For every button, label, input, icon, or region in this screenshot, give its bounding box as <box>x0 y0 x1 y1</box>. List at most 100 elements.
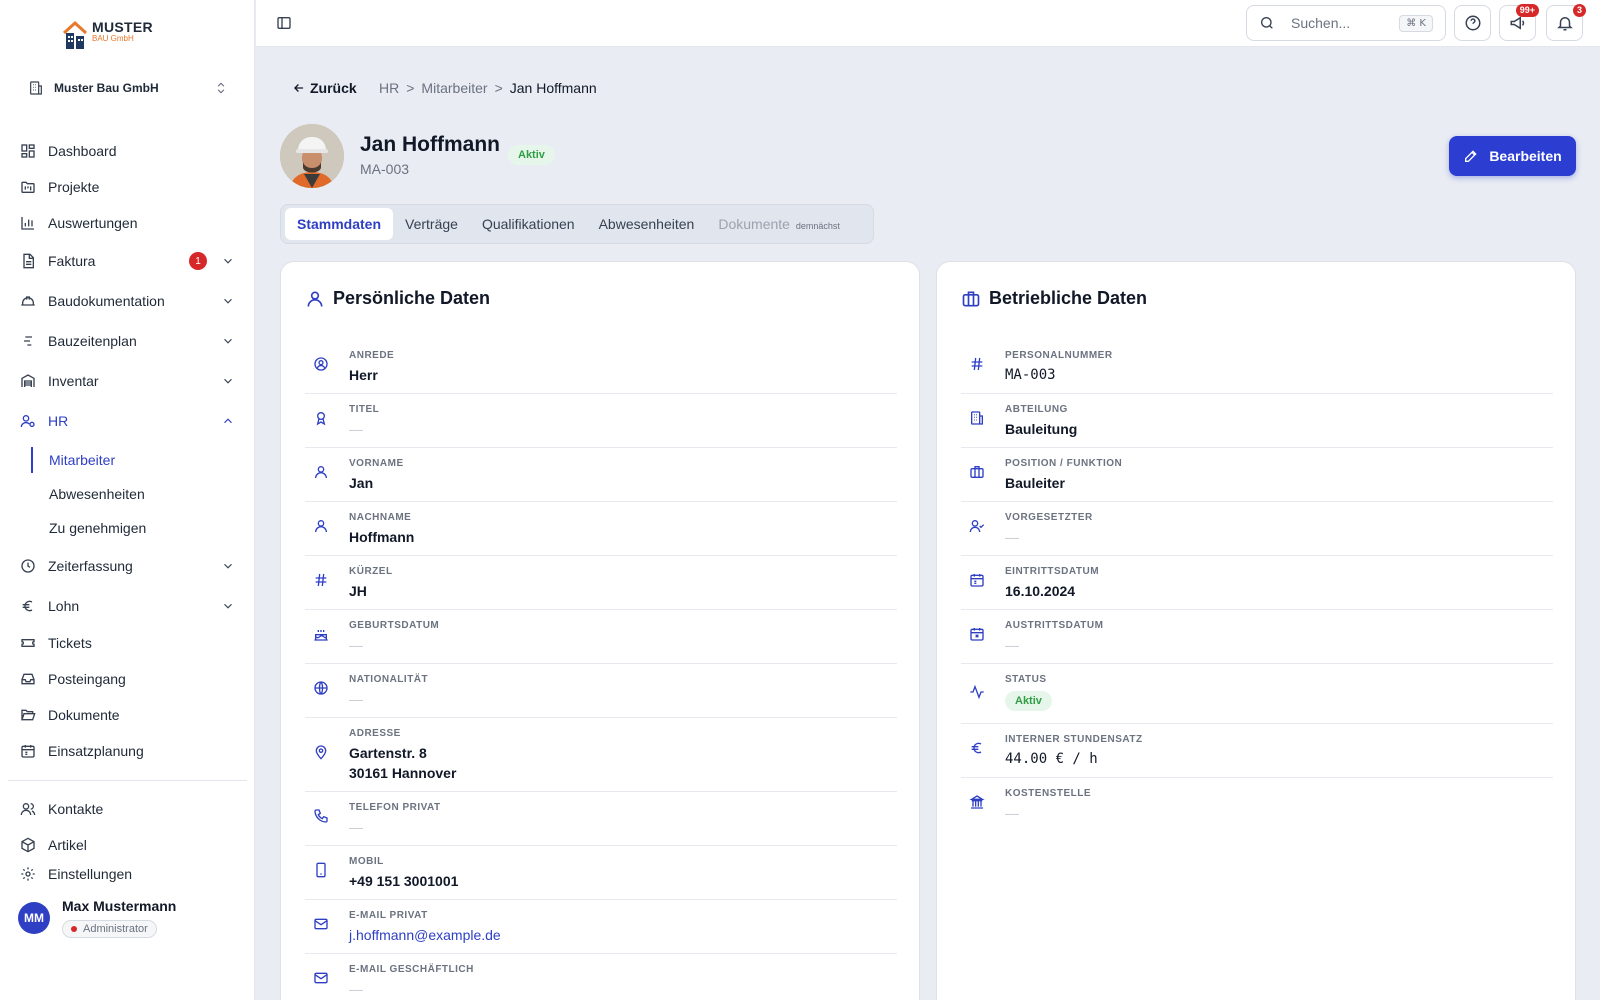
sidebar-item-dokumente[interactable]: Dokumente <box>20 700 235 730</box>
euro-icon <box>22 600 33 612</box>
sidebar-subitem-abwesenheiten[interactable]: Abwesenheiten <box>49 479 145 509</box>
role-label: Administrator <box>83 923 148 935</box>
building-icon <box>30 81 42 95</box>
sidebar-item-einstellungen[interactable]: Einstellungen <box>20 866 235 882</box>
field-value: Herr <box>349 367 378 383</box>
personal-title-text: Persönliche Daten <box>333 288 491 308</box>
logo-house-icon <box>62 20 88 49</box>
user-avatar: MM <box>18 902 50 934</box>
field-value: MA-003 <box>1005 367 1056 383</box>
field-value: 16.10.2024 <box>1005 583 1076 599</box>
award-icon <box>316 412 326 426</box>
field-stundensatz: INTERNER STUNDENSATZ 44.00 € / h <box>961 724 1553 778</box>
sidebar-item-kontakte[interactable]: Kontakte <box>20 794 235 824</box>
sidebar-subitem-mitarbeiter[interactable]: Mitarbeiter <box>49 445 115 475</box>
field-label: TITEL <box>349 404 380 415</box>
sidebar-item-dashboard[interactable]: Dashboard <box>20 136 235 166</box>
sidebar-item-auswertungen[interactable]: Auswertungen <box>20 208 235 238</box>
address-line-2: 30161 Hannover <box>349 765 457 781</box>
sidebar-item-einsatzplanung[interactable]: Einsatzplanung <box>20 736 235 766</box>
field-label: NACHNAME <box>349 512 412 523</box>
field-label: ADRESSE <box>349 728 401 739</box>
users-icon <box>20 803 36 816</box>
sidebar-item-bauzeitenplan[interactable]: Bauzeitenplan <box>20 326 235 356</box>
field-label: ANREDE <box>349 350 395 361</box>
globe-icon <box>314 681 328 695</box>
sidebar-item-hr[interactable]: HR <box>20 406 235 436</box>
field-label: KÜRZEL <box>349 566 393 577</box>
field-label: PERSONALNUMMER <box>1005 350 1113 361</box>
clock-icon <box>21 559 35 573</box>
employee-avatar <box>280 124 344 188</box>
tab-dokumente: Dokumente demnächst <box>706 208 852 240</box>
search-input[interactable]: Suchen... ⌘ K <box>1246 5 1446 41</box>
field-vorname: VORNAME Jan <box>305 448 897 502</box>
notifications-badge: 3 <box>1572 4 1586 17</box>
sidebar-item-faktura[interactable]: Faktura 1 <box>20 246 235 276</box>
briefcase-icon <box>970 466 984 478</box>
map-pin-icon <box>315 745 327 760</box>
sidebar-item-inventar[interactable]: Inventar <box>20 366 235 396</box>
field-eintrittsdatum: EINTRITTSDATUM 16.10.2024 <box>961 556 1553 610</box>
edit-button[interactable]: Bearbeiten <box>1449 136 1576 176</box>
sidebar-item-posteingang[interactable]: Posteingang <box>20 664 235 694</box>
breadcrumb-current: Jan Hoffmann <box>509 80 597 96</box>
sidebar-item-label: Artikel <box>48 837 87 853</box>
tab-abwesenheiten[interactable]: Abwesenheiten <box>587 208 707 240</box>
chevron-down-icon <box>224 603 232 609</box>
tab-vertraege[interactable]: Verträge <box>393 208 470 240</box>
help-button[interactable] <box>1454 5 1491 41</box>
sidebar-item-artikel[interactable]: Artikel <box>20 830 235 860</box>
settings-icon <box>21 867 35 881</box>
back-button[interactable]: Zurück <box>292 80 357 96</box>
sidebar-subitem-zu-genehmigen[interactable]: Zu genehmigen <box>49 513 146 543</box>
announcements-button[interactable]: 99+ <box>1499 4 1539 41</box>
sidebar-item-tickets[interactable]: Tickets <box>20 628 235 658</box>
sidebar-item-lohn[interactable]: Lohn <box>20 591 235 621</box>
cake-icon <box>314 630 328 641</box>
field-email-geschaeftlich: E-MAIL GESCHÄFTLICH — <box>305 954 897 1000</box>
breadcrumb-mitarbeiter[interactable]: Mitarbeiter <box>421 80 487 96</box>
ticket-icon <box>21 639 35 647</box>
help-circle-icon <box>1465 15 1480 31</box>
sidebar-item-projekte[interactable]: Projekte <box>20 172 235 202</box>
company-switcher[interactable]: Muster Bau GmbH <box>28 80 228 96</box>
topbar: Suchen... ⌘ K 99+ 3 <box>256 0 1600 47</box>
faktura-count-badge: 1 <box>189 252 207 270</box>
company-logo[interactable]: MUSTER BAU GmbH <box>62 20 153 50</box>
search-shortcut: ⌘ K <box>1399 14 1433 32</box>
sidebar-item-zeiterfassung[interactable]: Zeiterfassung <box>20 551 235 581</box>
notifications-button[interactable]: 3 <box>1546 4 1586 41</box>
company-name: Muster Bau GmbH <box>54 81 159 95</box>
field-label: NATIONALITÄT <box>349 674 429 685</box>
tab-stammdaten[interactable]: Stammdaten <box>285 208 394 240</box>
business-card-title: Betriebliche Daten <box>961 288 1147 309</box>
chevron-down-icon <box>224 378 232 384</box>
dashboard-icon <box>21 144 35 158</box>
hash-icon <box>971 357 983 371</box>
user-menu[interactable]: MM Max Mustermann Administrator <box>18 898 176 938</box>
profile-tabs: Stammdaten Verträge Qualifikationen Abwe… <box>280 204 874 244</box>
user-role-badge: Administrator <box>62 920 157 938</box>
folder-kanban-icon <box>21 181 35 193</box>
tab-qualifikationen[interactable]: Qualifikationen <box>470 208 587 240</box>
breadcrumb: HR > Mitarbeiter > Jan Hoffmann <box>379 80 604 96</box>
status-badge: Aktiv <box>508 145 555 165</box>
field-value: 44.00 € / h <box>1005 751 1098 767</box>
landmark-icon <box>969 795 985 809</box>
user-circle-icon <box>314 357 328 371</box>
field-geburtsdatum: GEBURTSDATUM — <box>305 610 897 664</box>
field-value: — <box>349 819 363 835</box>
sidebar-item-baudokumentation[interactable]: Baudokumentation <box>20 286 235 316</box>
sidebar-toggle-button[interactable] <box>276 15 292 31</box>
employee-id: MA-003 <box>360 161 410 177</box>
field-label: VORNAME <box>349 458 404 469</box>
sidebar-item-label: Einsatzplanung <box>48 743 144 759</box>
breadcrumb-hr[interactable]: HR <box>379 80 399 96</box>
warehouse-icon <box>21 374 35 387</box>
phone-icon <box>314 809 328 823</box>
email-link[interactable]: j.hoffmann@example.de <box>349 927 501 943</box>
business-title-text: Betriebliche Daten <box>989 288 1148 308</box>
package-icon <box>21 837 35 853</box>
sidebar: MUSTER BAU GmbH Muster Bau GmbH Dashboar… <box>0 0 255 1000</box>
